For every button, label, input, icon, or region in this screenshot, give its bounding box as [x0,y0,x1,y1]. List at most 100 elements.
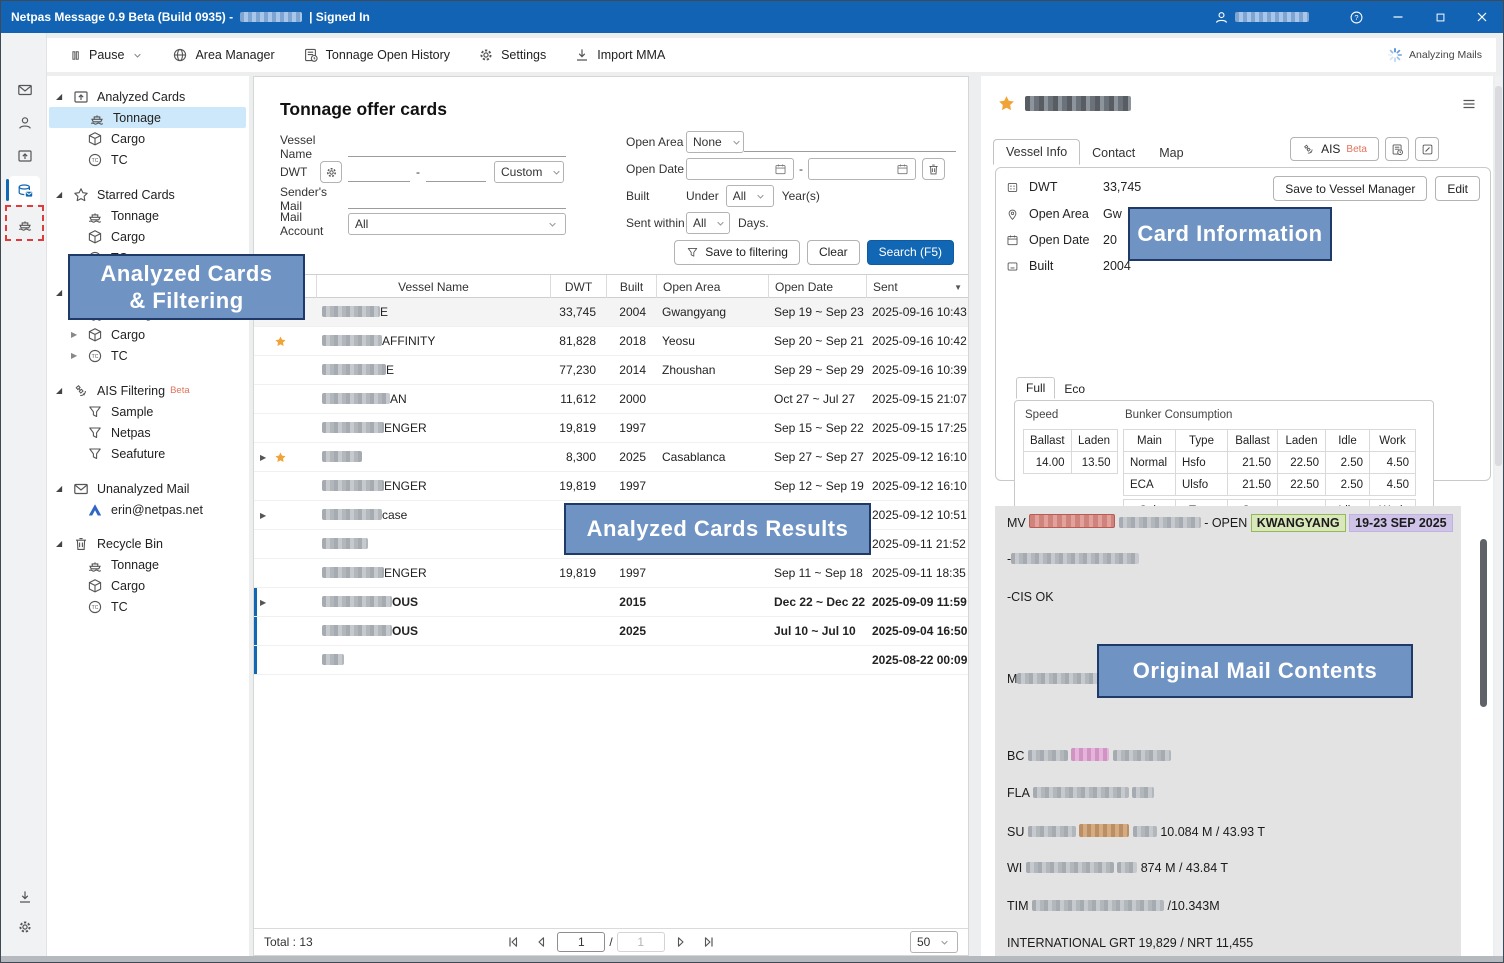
first-page-button[interactable] [501,931,525,953]
table-row[interactable]: OUS 2025 Jul 10 ~ Jul 10 2025-09-04 16:5… [254,617,968,646]
table-row[interactable]: E 77,230 2014 Zhoushan Sep 29 ~ Sep 29 2… [254,356,968,385]
rail-download-button[interactable] [9,882,40,911]
sidebar-item-ais-seafuture[interactable]: Seafuture [47,443,249,464]
sidebar-item-group3-tc[interactable]: ▶ TC [47,345,249,366]
next-page-button[interactable] [669,931,693,953]
col-sent[interactable]: Sent ▼ [866,275,968,299]
sidebar-group-recycle-bin[interactable]: ◢ Recycle Bin [47,533,249,554]
col-open-date[interactable]: Open Date [768,275,866,299]
rail-settings-button[interactable] [9,912,40,941]
sidebar-item-recycle-tc[interactable]: TC [47,596,249,617]
table-row[interactable]: ▶ OUS 2015 Dec 22 ~ Dec 22 2025-09-09 11… [254,588,968,617]
ais-button[interactable]: AIS Beta [1290,137,1379,161]
card-history-button[interactable] [1385,137,1409,161]
rail-mail-button[interactable] [9,75,40,104]
tab-eco[interactable]: Eco [1055,379,1094,399]
ais-beta-badge: Beta [1346,144,1367,155]
pause-button[interactable]: Pause [69,48,144,62]
dwt-min-input[interactable] [348,162,410,182]
sidebar-item-tonnage[interactable]: Tonnage [49,107,246,128]
card-edit-button[interactable] [1415,137,1439,161]
tab-contact[interactable]: Contact [1080,141,1147,165]
area-manager-button[interactable]: Area Manager [172,47,274,63]
panel-scrollbar-thumb[interactable] [1495,86,1502,466]
maximize-button[interactable] [1419,1,1461,33]
sidebar-item-mail-account[interactable]: erin@netpas.net [47,499,249,520]
col-dwt[interactable]: DWT [550,275,606,299]
built-select[interactable]: All [726,185,774,207]
sidebar-item-ais-sample[interactable]: Sample [47,401,249,422]
row-expand-icon[interactable]: ▶ [260,598,268,607]
open-date-clear-button[interactable] [922,158,945,180]
mail-account-select[interactable]: All [348,213,566,235]
open-date-from-input[interactable] [686,158,794,180]
col-vessel-name[interactable]: Vessel Name [316,275,550,299]
save-to-vessel-manager-button[interactable]: Save to Vessel Manager [1273,176,1427,201]
open-area-extra-input[interactable] [744,132,956,152]
rail-vessel-button[interactable] [9,209,40,238]
row-expand-icon[interactable]: ▶ [260,511,268,520]
search-button[interactable]: Search (F5) [867,240,954,265]
table-row[interactable]: ENGER 19,819 1997 Sep 15 ~ Sep 22 2025-0… [254,414,968,443]
star-icon[interactable] [274,451,287,464]
col-open-area[interactable]: Open Area [656,275,768,299]
page-input[interactable]: 1 [557,932,605,952]
sidebar-item-starred-tonnage[interactable]: Tonnage [47,205,249,226]
sent-within-select[interactable]: All [686,212,730,234]
sidebar-item-recycle-tonnage[interactable]: Tonnage [47,554,249,575]
tab-map[interactable]: Map [1147,141,1195,165]
vessel-name-input[interactable] [348,137,566,157]
star-icon[interactable] [274,335,287,348]
sidebar-item-tc[interactable]: TC [47,149,249,170]
table-row[interactable]: ▶ 8,300 2025 Casablanca Sep 27 ~ Sep 27 … [254,443,968,472]
row-expand-icon[interactable]: ▶ [260,453,268,462]
sidebar-item-starred-cargo[interactable]: Cargo [47,226,249,247]
tab-full[interactable]: Full [1016,377,1055,399]
open-area-select[interactable]: None [686,131,744,153]
star-icon[interactable] [997,94,1016,113]
import-mma-button[interactable]: Import MMA [574,47,665,63]
prev-page-button[interactable] [529,931,553,953]
senders-mail-input[interactable] [348,189,566,209]
table-row[interactable]: E 33,745 2004 Gwangyang Sep 19 ~ Sep 23 … [254,298,968,327]
sidebar-group-analyzed-cards[interactable]: ◢ Analyzed Cards [47,86,249,107]
close-button[interactable] [1461,1,1503,33]
settings-button[interactable]: Settings [478,47,546,63]
sidebar-item-group3-cargo[interactable]: ▶ Cargo [47,324,249,345]
table-row[interactable]: 2025-08-22 00:09 [254,646,968,675]
edit-button[interactable]: Edit [1435,176,1480,201]
help-button[interactable] [1335,1,1377,33]
card-menu-button[interactable] [1461,96,1477,115]
dwt-preset-select[interactable]: Custom [494,161,564,183]
rail-contacts-button[interactable] [9,108,40,137]
tab-vessel-info[interactable]: Vessel Info [993,139,1080,165]
mail-scrollbar-thumb[interactable] [1480,539,1487,707]
annotation-original-mail-contents: Original Mail Contents [1097,644,1413,698]
rail-analyzed-cards-button[interactable] [9,176,40,205]
tonnage-open-history-button[interactable]: Tonnage Open History [303,47,450,63]
dwt-settings-button[interactable] [320,161,342,183]
sidebar-item-ais-netpas[interactable]: Netpas [47,422,249,443]
table-row[interactable]: AN 11,612 2000 Oct 27 ~ Jul 27 2025-09-1… [254,385,968,414]
clear-button[interactable]: Clear [807,240,860,265]
minimize-button[interactable] [1377,1,1419,33]
sidebar-item-recycle-cargo[interactable]: Cargo [47,575,249,596]
rail-import-button[interactable] [9,141,40,170]
built-value: 2004 [1103,259,1131,273]
table-row[interactable]: AFFINITY 81,828 2018 Yeosu Sep 20 ~ Sep … [254,327,968,356]
cell-sent: 2025-09-12 10:51 [866,508,968,522]
table-row[interactable]: ENGER 19,819 1997 Sep 12 ~ Sep 19 2025-0… [254,472,968,501]
account-menu[interactable] [1214,10,1309,25]
sidebar-item-cargo[interactable]: Cargo [47,128,249,149]
dwt-max-input[interactable] [426,162,486,182]
sidebar-group-starred-cards[interactable]: ◢ Starred Cards [47,184,249,205]
sidebar-group-unanalyzed-mail[interactable]: ◢ Unanalyzed Mail [47,478,249,499]
last-page-button[interactable] [697,931,721,953]
cell-vessel-name: ENGER [316,421,550,435]
sidebar-group-ais-filtering[interactable]: ◢ AIS Filtering Beta [47,380,249,401]
open-date-to-input[interactable] [808,158,916,180]
table-row[interactable]: ENGER 19,819 1997 Sep 11 ~ Sep 18 2025-0… [254,559,968,588]
col-built[interactable]: Built [606,275,656,299]
save-to-filtering-button[interactable]: Save to filtering [674,240,800,265]
open-area-label: Open Area [1029,207,1093,221]
